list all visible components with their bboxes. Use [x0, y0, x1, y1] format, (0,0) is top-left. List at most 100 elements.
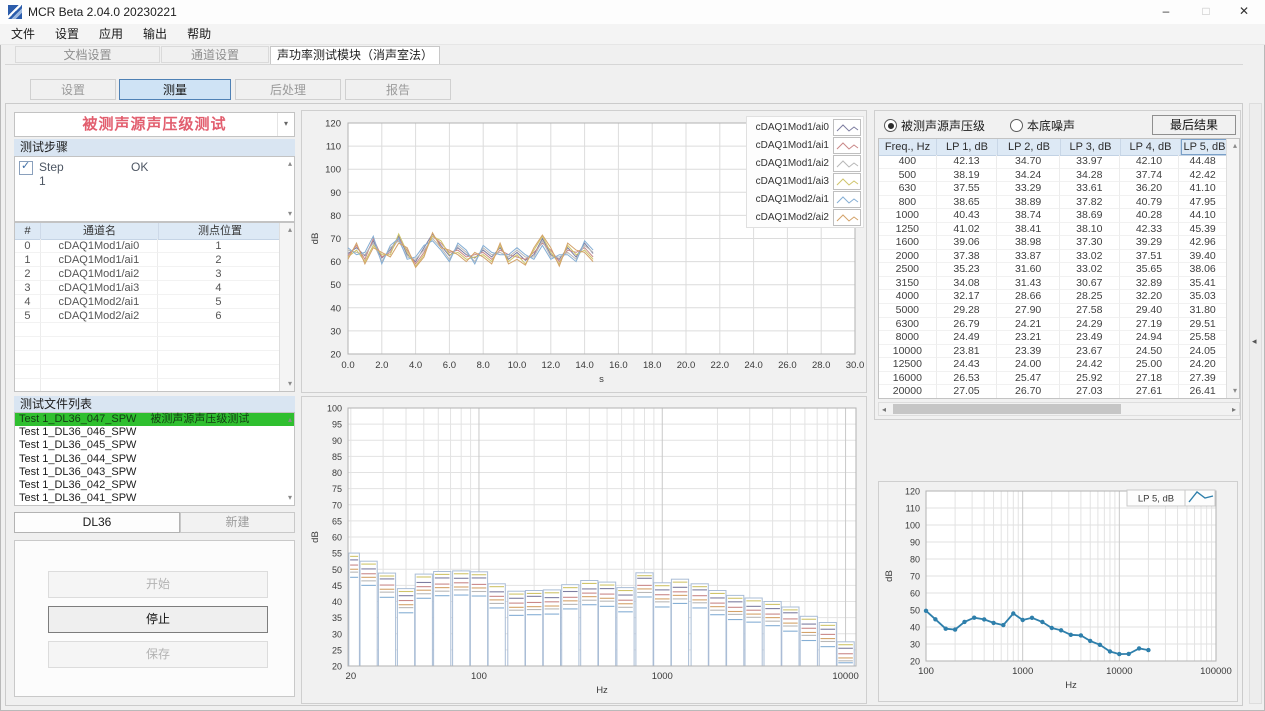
menu-output[interactable]: 输出: [133, 24, 177, 44]
lp-table-vscrollbar[interactable]: ▴ ▾: [1226, 139, 1239, 398]
scroll-down-icon[interactable]: ▾: [288, 210, 292, 218]
list-item[interactable]: Test 1_DL36_046_SPW: [15, 426, 294, 439]
table-row[interactable]: 2000027.0526.7027.0327.6126.41: [879, 385, 1227, 398]
tab-postprocess[interactable]: 后处理: [235, 79, 341, 100]
list-item[interactable]: Test 1_DL36_044_SPW: [15, 453, 294, 466]
cell: 31.43: [997, 277, 1060, 291]
chevron-down-icon[interactable]: ▾: [277, 113, 294, 136]
cell: 40.28: [1120, 209, 1180, 223]
lp-column-header[interactable]: LP 5, dB: [1181, 139, 1229, 155]
list-item[interactable]: Test 1_DL36_043_SPW: [15, 466, 294, 479]
scroll-down-icon[interactable]: ▾: [1233, 387, 1237, 395]
cell: 33.97: [1060, 155, 1120, 169]
table-row[interactable]: 250035.2331.6033.0235.6538.06: [879, 263, 1227, 277]
channel-column-header[interactable]: 测点位置: [159, 223, 282, 239]
tab-document-settings[interactable]: 文档设置: [15, 46, 160, 63]
lp-column-header[interactable]: LP 3, dB: [1061, 139, 1121, 155]
table-row[interactable]: 80038.6538.8937.8240.7947.95: [879, 196, 1227, 210]
table-row[interactable]: 1250024.4324.0024.4225.0024.20: [879, 358, 1227, 372]
radio-measured-source[interactable]: 被测声源声压级: [884, 119, 985, 135]
table-row[interactable]: 0cDAQ1Mod1/ai01: [15, 239, 280, 253]
cell: 33.87: [997, 250, 1060, 264]
right-splitter[interactable]: ◂: [1249, 103, 1262, 704]
cell: 23.21: [997, 331, 1060, 345]
table-row[interactable]: 315034.0831.4330.6732.8935.41: [879, 277, 1227, 291]
lp-column-header[interactable]: LP 4, dB: [1121, 139, 1181, 155]
tab-report[interactable]: 报告: [345, 79, 451, 100]
tab-sound-power-module[interactable]: 声功率测试模块（消声室法）: [270, 46, 440, 64]
start-button[interactable]: 开始: [48, 571, 268, 598]
legend-line-icon: [833, 137, 861, 154]
tab-measure[interactable]: 测量: [119, 79, 231, 100]
tab-channel-settings[interactable]: 通道设置: [161, 46, 269, 63]
maximize-button[interactable]: □: [1188, 0, 1224, 24]
menu-help[interactable]: 帮助: [177, 24, 221, 44]
table-row[interactable]: 63037.5533.2933.6136.2041.10: [879, 182, 1227, 196]
menu-settings[interactable]: 设置: [45, 24, 89, 44]
lp-column-header[interactable]: LP 2, dB: [998, 139, 1061, 155]
menu-application[interactable]: 应用: [89, 24, 133, 44]
table-row[interactable]: 630026.7924.2124.2927.1929.51: [879, 318, 1227, 332]
table-row[interactable]: 400032.1728.6628.2532.2035.03: [879, 290, 1227, 304]
radio-measured-label: 被测声源声压级: [901, 119, 985, 133]
scroll-down-icon[interactable]: ▾: [288, 380, 292, 388]
stop-button[interactable]: 停止: [48, 606, 268, 633]
scroll-up-icon[interactable]: ▴: [288, 226, 292, 234]
cell: 5: [158, 295, 280, 309]
list-item[interactable]: Test 1_DL36_042_SPW: [15, 479, 294, 492]
lp-column-header[interactable]: Freq., Hz: [879, 139, 937, 155]
scroll-up-icon[interactable]: ▴: [288, 416, 292, 424]
svg-text:8.0: 8.0: [477, 360, 490, 371]
empty-row: [15, 323, 280, 337]
scroll-right-icon[interactable]: ▸: [1232, 404, 1236, 415]
radio-background-noise[interactable]: 本底噪声: [1010, 119, 1075, 135]
tab-setup[interactable]: 设置: [30, 79, 116, 100]
cell: 38.19: [937, 169, 998, 183]
list-item[interactable]: Test 1_DL36_041_SPW: [15, 492, 294, 505]
channel-column-header[interactable]: #: [15, 223, 41, 239]
final-result-button[interactable]: 最后结果: [1152, 115, 1236, 135]
scroll-left-icon[interactable]: ◂: [882, 404, 886, 415]
new-file-button[interactable]: 新建: [180, 512, 295, 533]
step-checkbox[interactable]: ✓: [19, 161, 33, 175]
minimize-button[interactable]: –: [1148, 0, 1184, 24]
file-name: Test 1_DL36_041_SPW: [19, 492, 136, 504]
collapse-left-icon[interactable]: ◂: [1252, 336, 1257, 347]
table-row[interactable]: 160039.0638.9837.3039.2942.96: [879, 236, 1227, 250]
table-row[interactable]: 3cDAQ1Mod1/ai34: [15, 281, 280, 295]
table-row[interactable]: 125041.0238.4138.1042.3345.39: [879, 223, 1227, 237]
list-item[interactable]: Test 1_DL36_045_SPW: [15, 439, 294, 452]
channel-column-header[interactable]: 通道名: [41, 223, 159, 239]
table-row[interactable]: 4cDAQ1Mod2/ai15: [15, 295, 280, 309]
close-button[interactable]: ✕: [1226, 0, 1262, 24]
test-type-dropdown[interactable]: 被测声源声压级测试 ▾: [14, 112, 295, 137]
table-row[interactable]: 100040.4338.7438.6940.2844.10: [879, 209, 1227, 223]
list-item[interactable]: Test 1_DL36_047_SPW被测声源声压级测试: [15, 413, 294, 426]
table-row[interactable]: 5cDAQ1Mod2/ai26: [15, 309, 280, 323]
channel-table-scrollbar[interactable]: ▴ ▾: [279, 223, 294, 391]
hscroll-thumb[interactable]: [893, 404, 1121, 414]
save-button[interactable]: 保存: [48, 641, 268, 668]
menu-file[interactable]: 文件: [1, 24, 45, 44]
scroll-up-icon[interactable]: ▴: [1233, 142, 1237, 150]
table-row[interactable]: 1cDAQ1Mod1/ai12: [15, 253, 280, 267]
lp-column-header[interactable]: LP 1, dB: [937, 139, 998, 155]
scroll-up-icon[interactable]: ▴: [288, 160, 292, 168]
table-row[interactable]: 500029.2827.9027.5829.4031.80: [879, 304, 1227, 318]
cell: 27.58: [1060, 304, 1120, 318]
svg-text:40: 40: [330, 303, 341, 314]
cell: 41.10: [1179, 182, 1227, 196]
table-row[interactable]: 50038.1934.2434.2837.7442.42: [879, 169, 1227, 183]
table-row[interactable]: 2cDAQ1Mod1/ai23: [15, 267, 280, 281]
lp-table-hscrollbar[interactable]: ◂ ▸: [878, 402, 1240, 416]
radio-on-icon[interactable]: [884, 119, 897, 132]
table-row[interactable]: 1000023.8123.3923.6724.5024.05: [879, 345, 1227, 359]
table-row[interactable]: 40042.1334.7033.9742.1044.48: [879, 155, 1227, 169]
steps-list[interactable]: ✓ Step 1 OK ▴ ▾: [14, 156, 295, 222]
table-row[interactable]: 200037.3833.8733.0237.5139.40: [879, 250, 1227, 264]
scroll-down-icon[interactable]: ▾: [288, 494, 292, 502]
table-row[interactable]: 1600026.5325.4725.9227.1827.39: [879, 372, 1227, 386]
table-row[interactable]: 800024.4923.2123.4924.9425.58: [879, 331, 1227, 345]
radio-off-icon[interactable]: [1010, 119, 1023, 132]
device-dl36-button[interactable]: DL36: [14, 512, 180, 533]
